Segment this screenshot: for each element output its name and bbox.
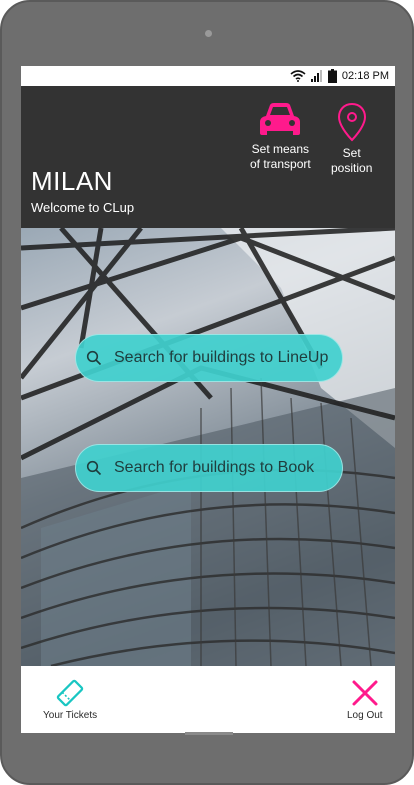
phone-frame: 02:18 PM Set means of transport Set posi…	[0, 0, 414, 785]
wifi-icon	[290, 70, 306, 82]
home-indicator	[185, 732, 233, 735]
signal-icon	[310, 70, 322, 82]
your-tickets-button[interactable]: Your Tickets	[43, 678, 97, 721]
screen: 02:18 PM Set means of transport Set posi…	[21, 66, 395, 733]
camera-dot	[205, 30, 212, 37]
search-book-label: Search for buildings to Book	[114, 459, 315, 476]
search-lineup-label: Search for buildings to LineUp	[114, 349, 329, 366]
search-icon	[86, 460, 102, 476]
close-icon	[352, 680, 378, 706]
set-position-button[interactable]: Set position	[331, 102, 372, 176]
background-image: Search for buildings to LineUp Search fo…	[21, 228, 395, 666]
welcome-text: Welcome to CLup	[31, 200, 135, 215]
city-title: MILAN	[31, 166, 113, 196]
search-book-button[interactable]: Search for buildings to Book	[75, 444, 343, 492]
app-header: Set means of transport Set position MILA…	[21, 86, 395, 228]
set-transport-button[interactable]: Set means of transport	[250, 102, 311, 172]
location-pin-icon	[337, 102, 366, 142]
logout-button[interactable]: Log Out	[347, 678, 383, 721]
search-lineup-button[interactable]: Search for buildings to LineUp	[75, 334, 343, 382]
battery-icon	[327, 69, 337, 83]
ticket-icon	[56, 679, 84, 707]
bottom-nav: Your Tickets Log Out	[21, 666, 395, 733]
logout-label: Log Out	[347, 710, 383, 721]
search-icon	[86, 350, 102, 366]
status-time: 02:18 PM	[341, 70, 389, 82]
transport-label: Set means of transport	[250, 142, 311, 171]
tickets-label: Your Tickets	[43, 710, 98, 721]
car-icon	[260, 103, 301, 135]
status-bar: 02:18 PM	[21, 66, 395, 86]
position-label: Set position	[331, 146, 373, 175]
